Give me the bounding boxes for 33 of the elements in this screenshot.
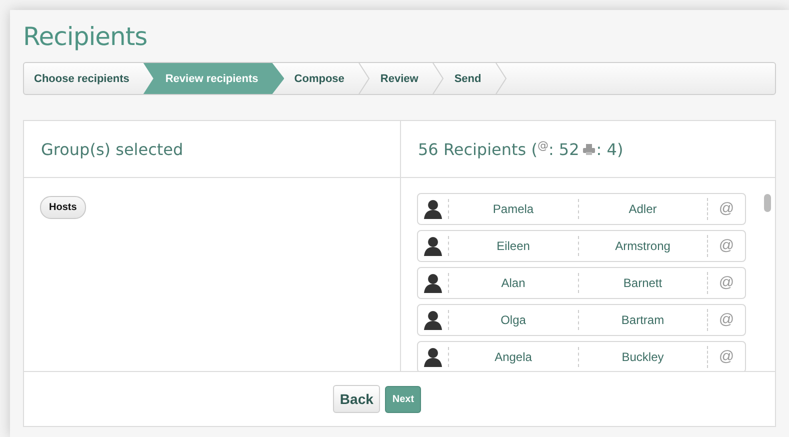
group-chip[interactable]: Hosts [40, 196, 86, 219]
printer-icon [583, 144, 596, 154]
first-name: Olga [448, 310, 578, 330]
step-tab[interactable]: Review [370, 63, 432, 94]
recipient-row[interactable]: Eileen Armstrong @ [417, 230, 746, 262]
step-tab[interactable]: Choose recipients [24, 63, 144, 94]
last-name: Buckley [578, 347, 707, 367]
recipient-row[interactable]: Pamela Adler @ [417, 193, 746, 225]
panel-heading: Group(s) selected [41, 140, 184, 158]
step-tab[interactable]: Send [444, 63, 496, 94]
page-title: Recipients [23, 22, 148, 53]
person-icon [424, 310, 442, 330]
panel-heading: 56 Recipients ($^{@}$: 52 [418, 139, 580, 159]
person-icon [424, 347, 442, 367]
step-tab[interactable]: Compose [284, 63, 358, 94]
last-name: Adler [578, 199, 707, 219]
recipient-row[interactable]: Angela Buckley @ [417, 341, 746, 371]
person-icon [424, 273, 442, 293]
recipient-row[interactable]: Alan Barnett @ [417, 267, 746, 299]
back-button[interactable]: Back [332, 385, 380, 413]
first-name: Pamela [448, 199, 578, 219]
person-icon [424, 236, 442, 256]
last-name: Bartram [578, 310, 707, 330]
first-name: Alan [448, 273, 578, 293]
person-icon [424, 199, 442, 219]
scrollbar-thumb[interactable] [764, 194, 771, 212]
last-name: Barnett [578, 273, 707, 293]
next-button[interactable]: Next [385, 386, 422, 412]
first-name: Eileen [448, 236, 578, 256]
last-name: Armstrong [578, 236, 707, 256]
recipient-row[interactable]: Olga Bartram @ [417, 304, 746, 336]
first-name: Angela [448, 347, 578, 367]
print-count: : 4) [596, 140, 624, 158]
